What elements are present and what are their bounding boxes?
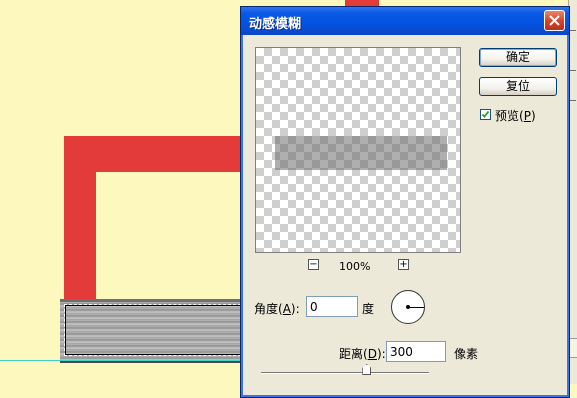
dialog-title: 动感模糊 [249, 17, 302, 32]
blurred-preview-bar [275, 136, 447, 170]
zoom-level: 100% [339, 260, 371, 273]
dialog-titlebar[interactable]: 动感模糊 [241, 7, 569, 35]
angle-label: 角度(A): [254, 302, 300, 316]
angle-dial-icon[interactable] [391, 290, 425, 324]
selection-marquee [64, 304, 256, 356]
preview-pane[interactable] [255, 47, 461, 253]
ok-button[interactable]: 确定 [479, 48, 557, 67]
panel-icon[interactable] [569, 338, 577, 358]
angle-unit: 度 [362, 302, 375, 316]
reset-button[interactable]: 复位 [479, 77, 557, 96]
distance-input[interactable] [386, 341, 446, 362]
distance-label: 距离(D): [339, 347, 386, 361]
distance-slider-track[interactable] [261, 372, 429, 374]
distance-slider-thumb[interactable] [362, 364, 372, 375]
motion-blur-dialog: 动感模糊 − 100% + 确定 复位 预览(P) 角度(A): 度 距离(D)… [240, 6, 570, 398]
checkmark-icon [481, 110, 490, 118]
preview-checkbox[interactable] [480, 109, 491, 120]
close-icon [549, 15, 560, 26]
close-button[interactable] [544, 10, 565, 31]
distance-unit: 像素 [454, 347, 479, 361]
zoom-out-button[interactable]: − [308, 259, 319, 270]
zoom-in-icon: + [399, 259, 408, 270]
ok-button-label: 确定 [505, 50, 530, 64]
angle-input[interactable] [306, 296, 358, 317]
guide-line [0, 360, 260, 361]
zoom-out-icon: − [309, 259, 318, 270]
reset-button-label: 复位 [505, 79, 530, 93]
zoom-in-button[interactable]: + [398, 259, 409, 270]
red-shape-vertical [64, 136, 96, 302]
preview-label[interactable]: 预览(P) [495, 107, 536, 124]
